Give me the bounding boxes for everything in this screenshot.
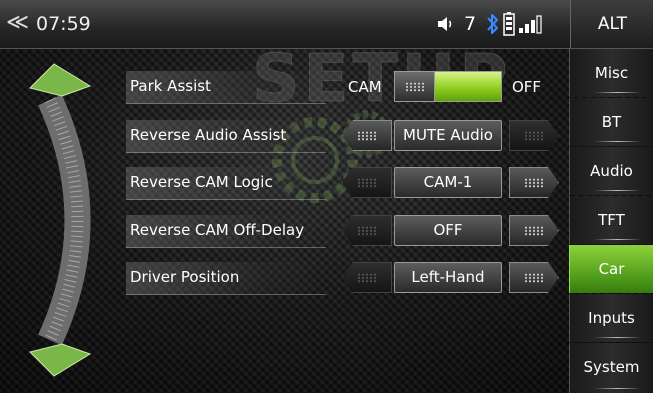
next-option-button[interactable] (509, 262, 559, 293)
previous-option-button[interactable] (342, 167, 392, 198)
scroll-down-arrow-icon (29, 343, 92, 377)
reverse-audio-assist-label: Reverse Audio Assist (126, 120, 326, 153)
sidebar-item-car[interactable]: Car (569, 245, 653, 293)
option-value[interactable]: MUTE Audio (394, 120, 502, 151)
double-chevron-left-icon[interactable]: ≪ (6, 12, 29, 34)
sidebar-item-inputs[interactable]: Inputs (569, 294, 653, 342)
toggle-left-option[interactable]: CAM (348, 77, 382, 97)
setup-screen: ≪ 07:59 7 ALT SETUP Park Assist CAM OFF … (0, 0, 653, 393)
next-option-button[interactable] (509, 215, 559, 246)
sidebar-item-system[interactable]: System (569, 343, 653, 393)
settings-category-sidebar: Misc BT Audio TFT Car Inputs System (569, 49, 653, 393)
signal-bars-icon (519, 15, 542, 34)
setting-row: Driver Position Left-Hand (0, 262, 570, 295)
sidebar-item-misc[interactable]: Misc (569, 49, 653, 97)
sidebar-item-tft[interactable]: TFT (569, 196, 653, 244)
setting-row-park-assist: Park Assist CAM OFF (0, 71, 570, 104)
option-value[interactable]: CAM-1 (394, 167, 502, 198)
speaker-icon (438, 17, 452, 31)
previous-option-button[interactable] (342, 120, 392, 151)
park-assist-label: Park Assist (126, 71, 326, 104)
reverse-cam-off-delay-label: Reverse CAM Off-Delay (126, 215, 326, 248)
toggle-fill (433, 72, 501, 101)
next-option-button[interactable] (509, 167, 559, 198)
battery-icon (503, 12, 515, 36)
sidebar-item-bt[interactable]: BT (569, 98, 653, 146)
previous-option-button[interactable] (342, 262, 392, 293)
gear-icon (272, 110, 391, 203)
park-assist-toggle[interactable] (394, 71, 502, 102)
previous-option-button[interactable] (342, 215, 392, 246)
driver-position-label: Driver Position (126, 262, 326, 295)
setting-row: Reverse Audio Assist MUTE Audio (0, 120, 570, 153)
toggle-knob[interactable] (395, 72, 435, 101)
setting-row: Reverse CAM Off-Delay OFF (0, 215, 570, 248)
toggle-right-option[interactable]: OFF (512, 77, 541, 97)
sidebar-item-audio[interactable]: Audio (569, 147, 653, 195)
clock: 07:59 (36, 13, 91, 35)
volume-level: 7 (464, 13, 477, 35)
option-value[interactable]: Left-Hand (394, 262, 502, 293)
bluetooth-icon (487, 14, 498, 34)
setting-row: Reverse CAM Logic CAM-1 (0, 167, 570, 200)
alt-button[interactable]: ALT (570, 0, 653, 48)
reverse-cam-logic-label: Reverse CAM Logic (126, 167, 326, 200)
option-value[interactable]: OFF (394, 215, 502, 246)
next-option-button[interactable] (509, 120, 559, 151)
